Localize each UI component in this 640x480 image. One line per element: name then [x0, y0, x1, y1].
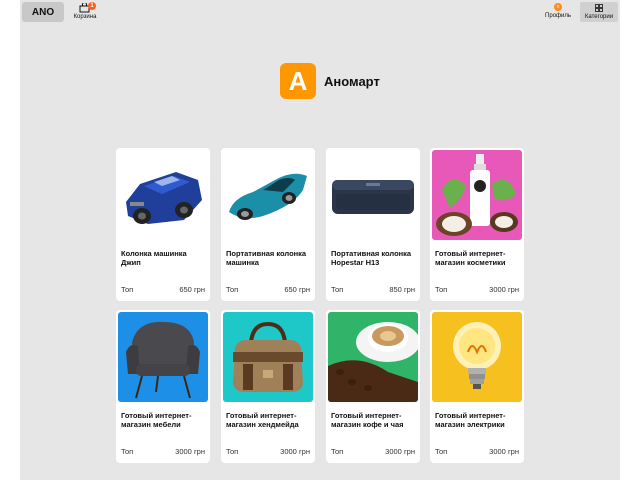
product-title: Готовый интернет-магазин хендмейда: [226, 411, 299, 429]
cart-count-badge: 1: [88, 2, 96, 10]
profile-button[interactable]: n Профиль: [540, 3, 576, 23]
home-logo-button[interactable]: ANO: [22, 2, 64, 22]
product-card[interactable]: Колонка машинка Джип Топ 650 грн: [116, 148, 210, 301]
product-price: 3000 грн: [385, 447, 415, 456]
product-card[interactable]: Готовый интернет-магазин кофе и чая Топ …: [326, 310, 420, 463]
product-card[interactable]: Готовый интернет-магазин хендмейда Топ 3…: [221, 310, 315, 463]
product-price: 3000 грн: [175, 447, 205, 456]
armchair-image: [118, 312, 208, 402]
brand-logo-icon: A: [280, 63, 316, 99]
product-card[interactable]: Готовый интернет-магазин косметики Топ 3…: [430, 148, 524, 301]
cart-label: Корзина: [73, 14, 97, 20]
product-card[interactable]: Готовый интернет-магазин мебели Топ 3000…: [116, 310, 210, 463]
product-title: Колонка машинка Джип: [121, 249, 187, 267]
profile-label: Профиль: [545, 13, 571, 19]
product-card[interactable]: Портативная колонка Hopestar H13 Топ 850…: [326, 148, 420, 301]
bag-image: [223, 312, 313, 402]
blue-jeep-image: [118, 150, 208, 240]
product-tag: Топ: [121, 447, 134, 456]
product-title: Готовый интернет-магазин электрики: [435, 411, 506, 429]
product-title: Готовый интернет-магазин косметики: [435, 249, 506, 267]
cart-button[interactable]: 1 Корзина: [70, 2, 100, 23]
product-price: 650 грн: [284, 285, 310, 294]
grid-icon: [595, 4, 603, 12]
product-card[interactable]: Портативная колонка машинка Топ 650 грн: [221, 148, 315, 301]
product-price: 3000 грн: [280, 447, 310, 456]
lightbulb-image: [432, 312, 522, 402]
product-title: Готовый интернет-магазин мебели: [121, 411, 192, 429]
product-price: 650 грн: [179, 285, 205, 294]
product-price: 3000 грн: [489, 285, 519, 294]
sports-car-image: [223, 150, 313, 240]
product-title: Портативная колонка Hopestar H13: [331, 249, 412, 267]
product-tag: Топ: [226, 447, 239, 456]
brand-name: Аномарт: [324, 73, 380, 89]
categories-button[interactable]: Категории: [580, 2, 618, 22]
product-price: 850 грн: [389, 285, 415, 294]
product-tag: Топ: [435, 447, 448, 456]
product-tag: Топ: [435, 285, 448, 294]
profile-avatar-icon: n: [554, 3, 562, 11]
product-title: Готовый интернет-магазин кофе и чая: [331, 411, 404, 429]
speaker-image: [328, 150, 418, 240]
categories-label: Категории: [584, 14, 614, 20]
product-title: Портативная колонка машинка: [226, 249, 307, 267]
product-tag: Топ: [331, 447, 344, 456]
product-tag: Топ: [331, 285, 344, 294]
app-window: ANO 1 Корзина n Профиль Категории A Аном…: [20, 0, 620, 480]
product-tag: Топ: [226, 285, 239, 294]
product-price: 3000 грн: [489, 447, 519, 456]
brand: A Аномарт: [280, 63, 380, 99]
product-tag: Топ: [121, 285, 134, 294]
product-card[interactable]: Готовый интернет-магазин электрики Топ 3…: [430, 310, 524, 463]
coffee-image: [328, 312, 418, 402]
cosmetics-image: [432, 150, 522, 240]
